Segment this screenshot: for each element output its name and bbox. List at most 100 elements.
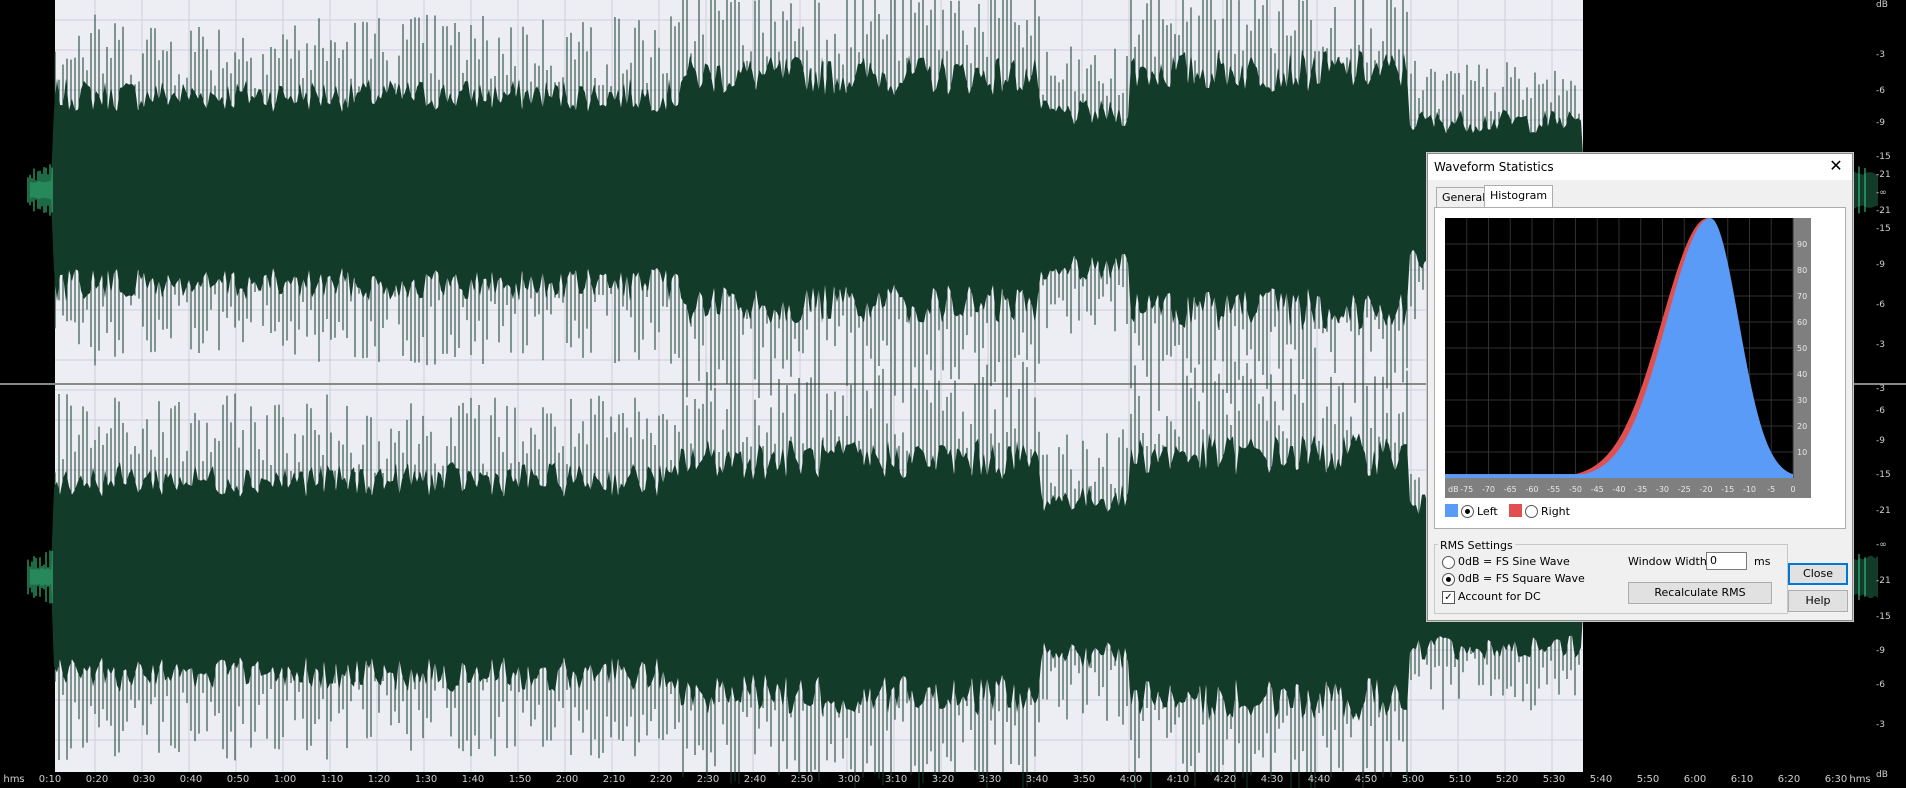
time-ruler-label: 1:40 [461, 774, 485, 785]
histogram-y-tick: 40 [1797, 370, 1807, 379]
time-ruler-label: 3:10 [884, 774, 908, 785]
time-ruler-label: 1:10 [320, 774, 344, 785]
time-ruler-label: 4:00 [1119, 774, 1143, 785]
time-ruler-label: 0:40 [179, 774, 203, 785]
time-ruler-label: 1:50 [508, 774, 532, 785]
close-button[interactable]: Close [1788, 563, 1848, 585]
histogram-panel: dB -75 -70 -65 -60 -55 -50 -45 -40 -35 -30 -25 -20 -1… [1434, 207, 1846, 529]
histogram-y-tick: 90 [1797, 240, 1807, 249]
time-ruler-label: 0:30 [132, 774, 156, 785]
window-width-label: Window Width: [1628, 555, 1711, 568]
db-scale-label: -6 [1876, 680, 1885, 690]
time-ruler-label: 1:30 [414, 774, 438, 785]
histogram-x-axis [1445, 478, 1811, 498]
time-ruler-label: 4:30 [1260, 774, 1284, 785]
time-ruler-label: 3:00 [837, 774, 861, 785]
histogram-x-tick: -20 [1699, 485, 1712, 494]
histogram-x-tick: -65 [1504, 485, 1517, 494]
time-ruler-label: hms [3, 774, 25, 785]
sine-wave-label: 0dB = FS Sine Wave [1458, 555, 1570, 568]
time-ruler-label: 4:20 [1213, 774, 1237, 785]
db-scale-label: -6 [1876, 86, 1885, 96]
db-scale-label: -∞ [1876, 540, 1887, 550]
histogram-y-tick: 10 [1797, 448, 1807, 457]
right-channel-swatch [1509, 504, 1522, 517]
time-ruler-label: 6:10 [1730, 774, 1754, 785]
time-ruler-label: 5:30 [1542, 774, 1566, 785]
histogram-y-tick: 20 [1797, 422, 1807, 431]
left-channel-radio[interactable] [1461, 505, 1474, 518]
histogram-x-tick: -55 [1547, 485, 1560, 494]
dialog-title: Waveform Statistics [1434, 160, 1554, 174]
time-ruler-label: 6:20 [1777, 774, 1801, 785]
time-ruler-label: 5:50 [1636, 774, 1660, 785]
db-scale-label: -15 [1876, 224, 1891, 234]
histogram-x-tick: -60 [1525, 485, 1538, 494]
window-width-input[interactable]: 0 [1706, 552, 1747, 570]
dialog-titlebar[interactable]: Waveform Statistics ✕ [1428, 154, 1852, 180]
db-scale-label: -15 [1876, 152, 1891, 162]
waveform-editor: dB -3 -6 -9 -15 -21 -∞ -21 -15 -9 -6 -3 -3 -6 -9 -15 -21… [0, 0, 1906, 788]
account-for-dc-checkbox[interactable]: ✓ [1442, 591, 1455, 604]
help-button[interactable]: Help [1788, 590, 1848, 612]
histogram-x-tick: -40 [1612, 485, 1625, 494]
time-ruler-label: 3:30 [978, 774, 1002, 785]
account-for-dc-label: Account for DC [1458, 590, 1541, 603]
tab-histogram[interactable]: Histogram [1484, 185, 1554, 209]
histogram-x-tick: -30 [1656, 485, 1669, 494]
recalculate-rms-button[interactable]: Recalculate RMS [1628, 582, 1772, 604]
db-scale-label: -15 [1876, 470, 1891, 480]
histogram-x-tick: 0 [1790, 485, 1795, 494]
close-icon[interactable]: ✕ [1826, 156, 1846, 176]
time-ruler-label: 2:10 [602, 774, 626, 785]
time-ruler-label: 2:40 [743, 774, 767, 785]
right-channel-radio[interactable] [1525, 505, 1538, 518]
db-scale-label: -3 [1876, 340, 1885, 350]
histogram-y-tick: 60 [1797, 318, 1807, 327]
db-scale-label: -9 [1876, 436, 1885, 446]
db-scale-label: -21 [1876, 170, 1891, 180]
rms-settings-label: RMS Settings [1438, 539, 1515, 552]
histogram-x-tick: -25 [1678, 485, 1691, 494]
db-scale-label: -9 [1876, 118, 1885, 128]
db-scale-label: -6 [1876, 300, 1885, 310]
db-scale-label: -3 [1876, 384, 1885, 394]
time-ruler-label: 3:20 [931, 774, 955, 785]
histogram-x-tick: dB [1448, 485, 1459, 494]
db-scale-label: -21 [1876, 506, 1891, 516]
time-ruler-label: 3:40 [1025, 774, 1049, 785]
time-ruler-label: 5:10 [1448, 774, 1472, 785]
db-scale-label: -∞ [1876, 188, 1887, 198]
histogram-x-tick: -10 [1743, 485, 1756, 494]
square-wave-label: 0dB = FS Square Wave [1458, 572, 1585, 585]
db-scale-label: -21 [1876, 206, 1891, 216]
waveform-statistics-dialog: Waveform Statistics ✕ General Histogram … [1427, 153, 1853, 621]
square-wave-radio[interactable] [1442, 573, 1455, 586]
sine-wave-radio[interactable] [1442, 556, 1455, 569]
db-scale-label: -3 [1876, 720, 1885, 730]
histogram-y-tick: 30 [1797, 396, 1807, 405]
time-ruler-label: 2:30 [696, 774, 720, 785]
time-ruler-label: 5:20 [1495, 774, 1519, 785]
histogram-x-tick: -35 [1634, 485, 1647, 494]
window-width-unit: ms [1754, 555, 1771, 568]
histogram-x-tick: -75 [1460, 485, 1473, 494]
right-channel-label: Right [1541, 505, 1570, 518]
time-ruler-label: 5:00 [1401, 774, 1425, 785]
time-ruler-label: 2:00 [555, 774, 579, 785]
time-ruler-label: 2:20 [649, 774, 673, 785]
left-channel-swatch [1445, 504, 1458, 517]
time-ruler-label: 6:30 [1824, 774, 1848, 785]
db-scale-label: dB [1876, 770, 1888, 780]
histogram-y-tick: 80 [1797, 266, 1807, 275]
db-scale-label: -21 [1876, 576, 1891, 586]
time-ruler-label: 0:20 [85, 774, 109, 785]
histogram-chart: dB -75 -70 -65 -60 -55 -50 -45 -40 -35 -30 -25 -20 -1… [1445, 218, 1811, 498]
histogram-y-tick: 50 [1797, 344, 1807, 353]
histogram-x-tick: -15 [1721, 485, 1734, 494]
time-ruler-label: 4:50 [1354, 774, 1378, 785]
histogram-x-tick: -5 [1767, 485, 1775, 494]
time-ruler-label: 1:00 [273, 774, 297, 785]
time-ruler-label: 4:10 [1166, 774, 1190, 785]
histogram-x-tick: -50 [1569, 485, 1582, 494]
